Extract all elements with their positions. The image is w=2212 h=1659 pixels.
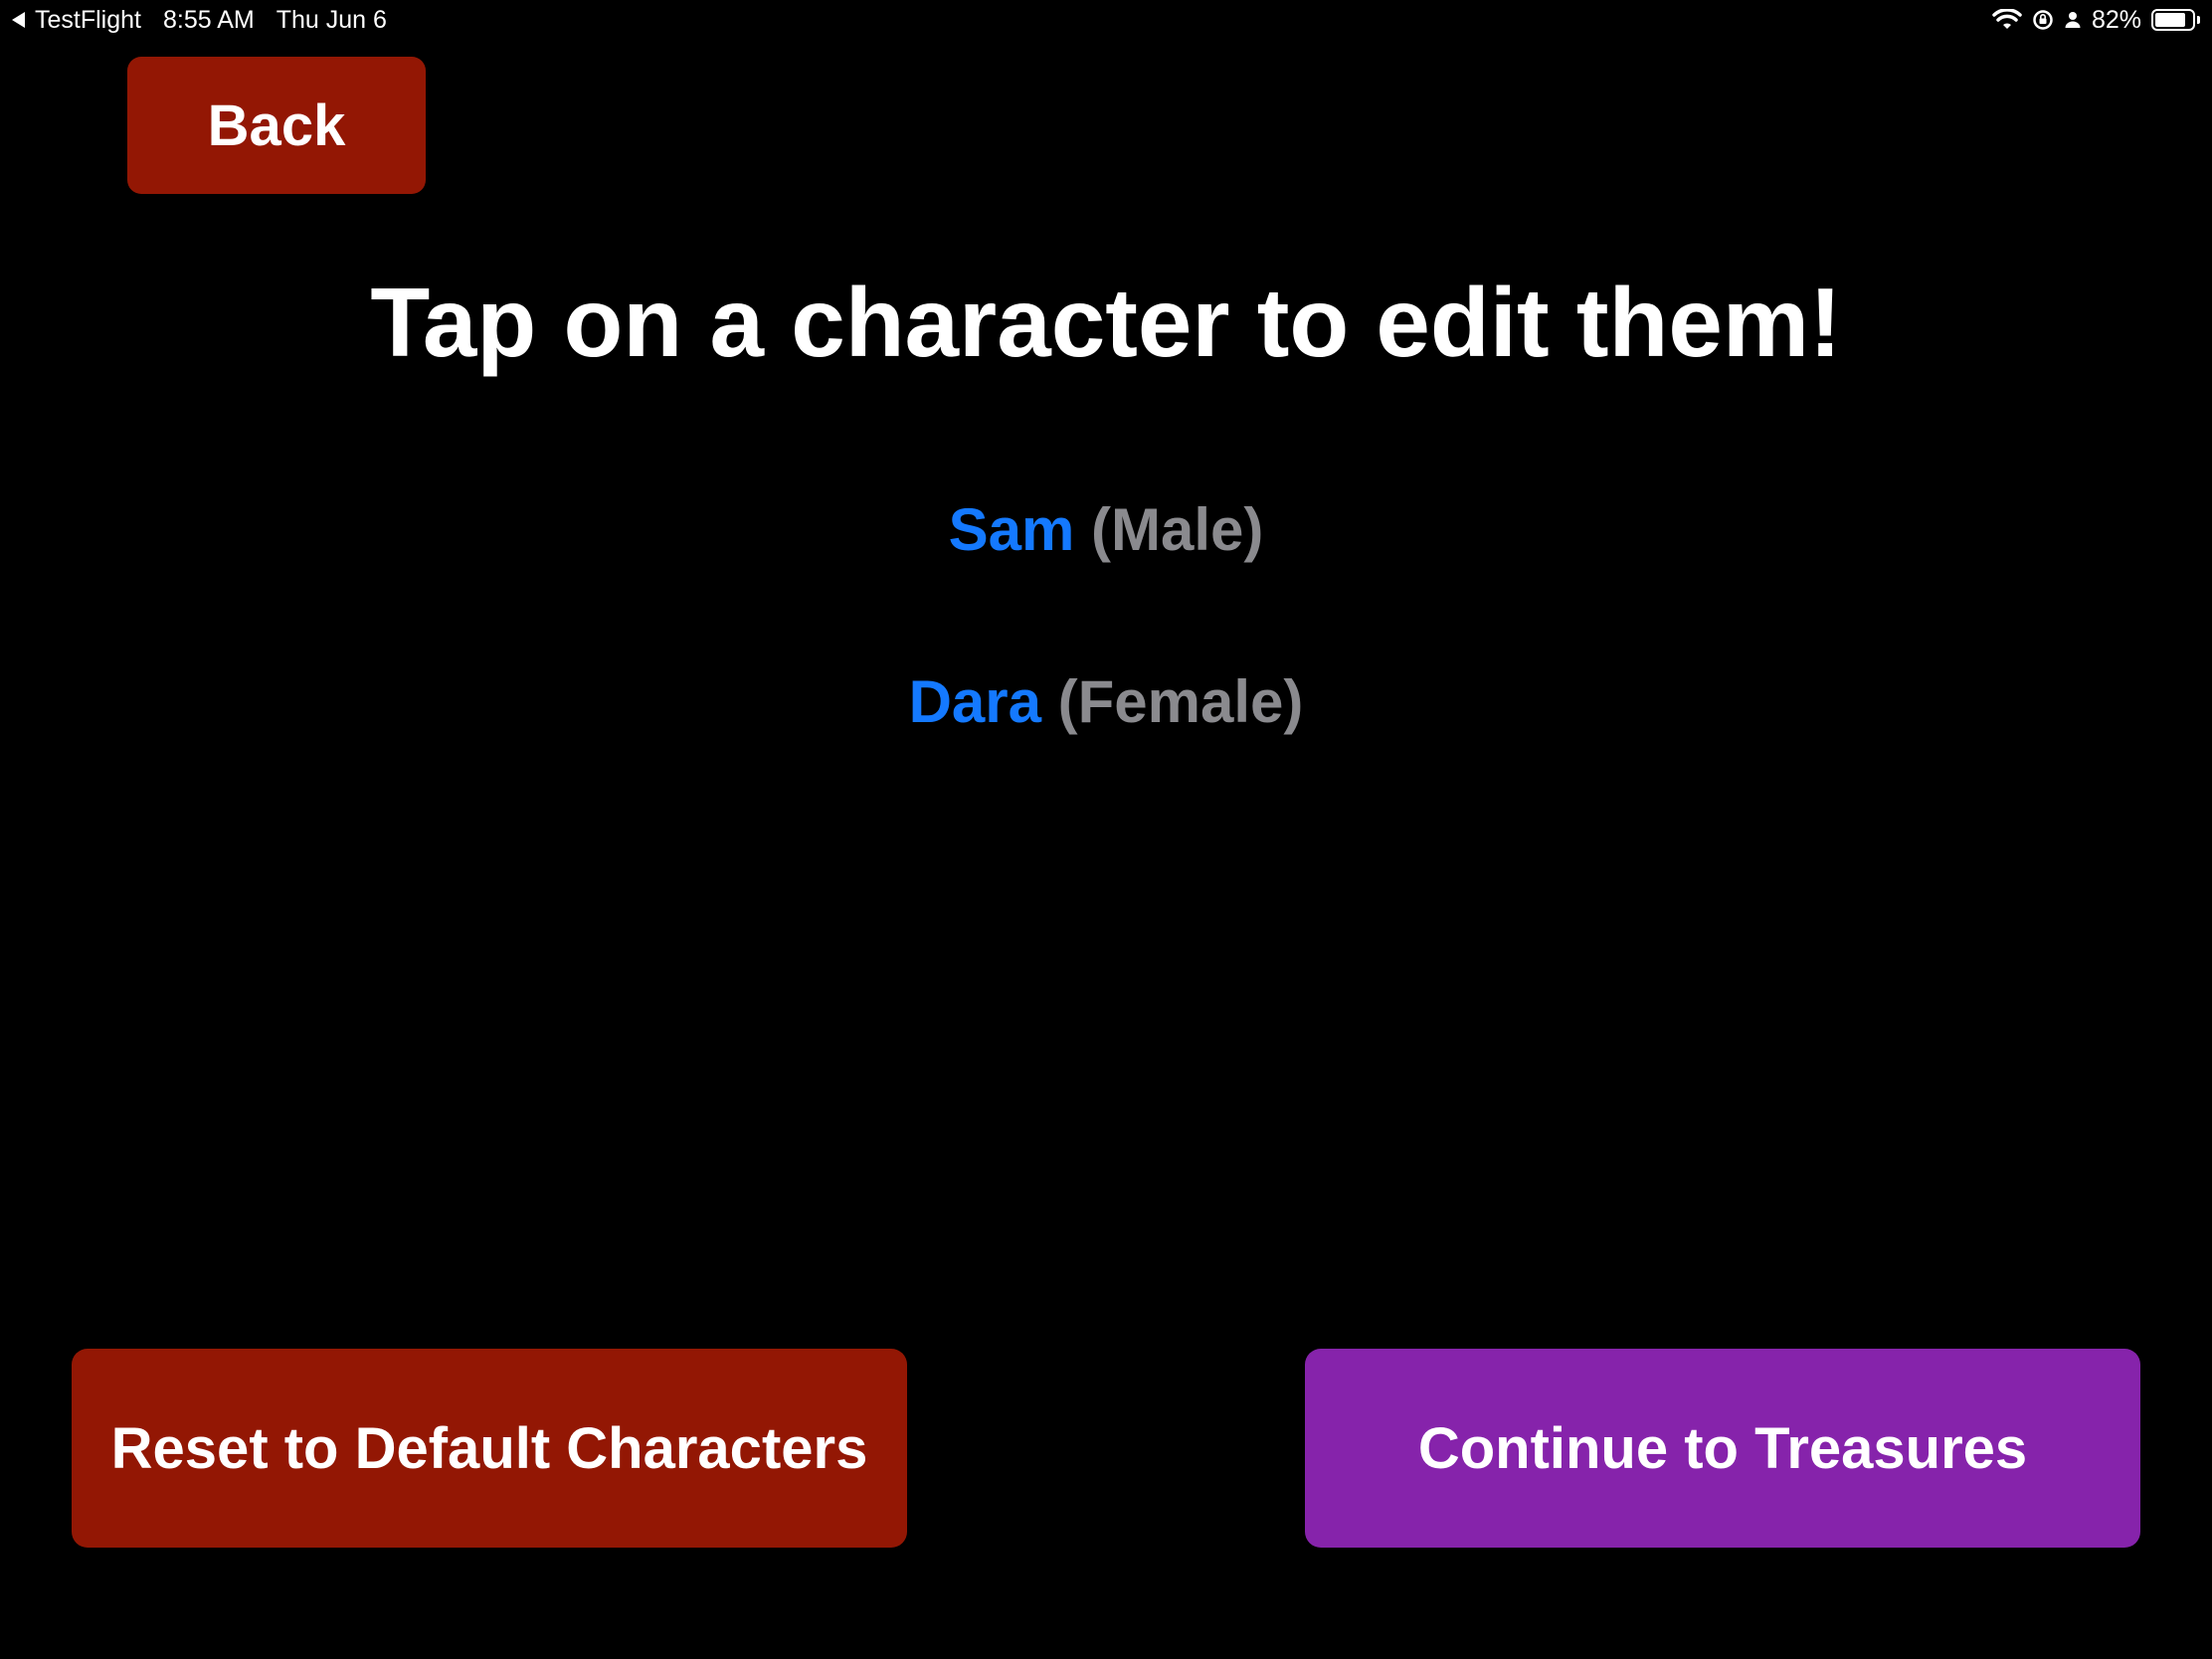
screen-rotation-lock-icon bbox=[2032, 9, 2054, 31]
back-button[interactable]: Back bbox=[127, 57, 426, 194]
character-list: Sam (Male) Dara (Female) bbox=[0, 495, 2212, 839]
back-button-label: Back bbox=[207, 92, 346, 158]
battery-tip bbox=[2197, 16, 2200, 24]
page-title: Tap on a character to edit them! bbox=[370, 268, 1842, 377]
status-bar-left: TestFlight 8:55 AM Thu Jun 6 bbox=[12, 4, 387, 36]
status-bar-right: 82% bbox=[1982, 4, 2200, 36]
battery-level bbox=[2155, 13, 2185, 27]
back-to-app-label[interactable]: TestFlight bbox=[35, 6, 141, 35]
character-item-sam[interactable]: Sam (Male) bbox=[0, 495, 2212, 569]
reset-characters-button[interactable]: Reset to Default Characters bbox=[72, 1349, 907, 1548]
status-date: Thu Jun 6 bbox=[276, 5, 387, 34]
continue-to-treasures-button[interactable]: Continue to Treasures bbox=[1305, 1349, 2140, 1548]
character-gender: (Male) bbox=[1091, 496, 1264, 563]
character-name[interactable]: Dara bbox=[909, 668, 1041, 735]
back-to-app-icon[interactable] bbox=[12, 12, 25, 28]
character-item-dara[interactable]: Dara (Female) bbox=[0, 667, 2212, 741]
wifi-icon bbox=[1992, 9, 2022, 31]
status-bar: TestFlight 8:55 AM Thu Jun 6 82% bbox=[0, 0, 2212, 40]
continue-to-treasures-label: Continue to Treasures bbox=[1417, 1415, 2028, 1481]
status-time: 8:55 AM bbox=[162, 5, 255, 34]
person-icon bbox=[2064, 9, 2082, 31]
character-gender: (Female) bbox=[1057, 668, 1304, 735]
character-name[interactable]: Sam bbox=[949, 496, 1075, 563]
reset-characters-label: Reset to Default Characters bbox=[110, 1415, 868, 1481]
battery-icon bbox=[2151, 9, 2195, 31]
battery-percent: 82% bbox=[2091, 5, 2141, 34]
